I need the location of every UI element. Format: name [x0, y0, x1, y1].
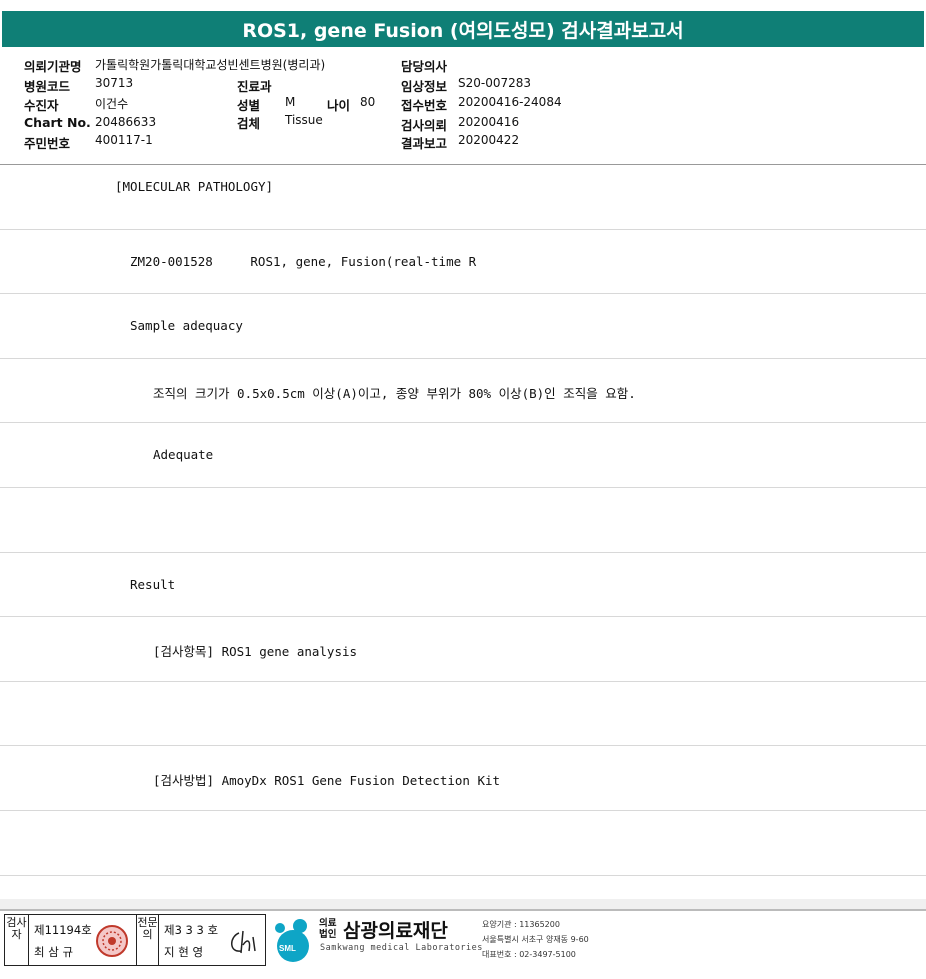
org-english-name: Samkwang medical Laboratories: [320, 943, 483, 953]
care-code: 요양기관 : 11365200: [482, 920, 560, 929]
report-value: 20200422: [458, 133, 520, 147]
result-heading: Result: [130, 576, 176, 592]
section-heading: [MOLECULAR PATHOLOGY]: [115, 179, 274, 194]
sex-value: M: [285, 95, 296, 109]
report-label: 결과보고: [401, 136, 448, 151]
result-row: Result: [0, 553, 926, 618]
signature-scribble: [231, 930, 256, 954]
sample-adequacy-heading: Sample adequacy: [130, 318, 243, 334]
examiner-license: 제11194호: [34, 923, 92, 937]
request-value: 20200416: [458, 115, 520, 129]
signature-box: 검사자 제11194호 최 삼 규 전문의 제3 3 3 호 지 현 영: [4, 914, 266, 966]
resident-label: 주민번호: [24, 136, 71, 151]
age-label: 나이: [327, 98, 351, 113]
chart-value: 20486633: [95, 115, 157, 129]
result-rows: [MOLECULAR PATHOLOGY] ZM20-001528 ROS1, …: [0, 165, 926, 876]
examiner-vertical-label: 검사자: [5, 915, 29, 965]
result-row: [검사항목] ROS1 gene analysis: [0, 617, 926, 682]
result-row: 조직의 크기가 0.5x0.5cm 이상(A)이고, 종양 부위가 80% 이상…: [0, 359, 926, 424]
specialist-vertical-label: 전문의: [137, 915, 159, 965]
patient-header: 의뢰기관명 가톨릭학원가톨릭대학교성빈센트병원(병리과) 병원코드 30713 …: [0, 50, 926, 164]
result-row: Adequate: [0, 423, 926, 488]
institution-value: 가톨릭학원가톨릭대학교성빈센트병원(병리과): [95, 58, 326, 72]
receipt-value: 20200416-24084: [458, 95, 562, 109]
result-row: [0, 488, 926, 553]
specialist-cell: 제3 3 3 호 지 현 영: [159, 915, 266, 965]
clinical-label: 임상정보: [401, 79, 448, 94]
specimen-label: 검체: [237, 116, 261, 131]
patient-value: 이건수: [95, 97, 129, 111]
org-address: 서울특별시 서초구 양재동 9-60: [482, 935, 589, 944]
org-small-label: 의료법인: [319, 918, 337, 940]
adequacy-value: Adequate: [153, 447, 214, 463]
specimen-value: Tissue: [285, 113, 323, 127]
hospital-code-value: 30713: [95, 76, 134, 90]
adequacy-criteria: 조직의 크기가 0.5x0.5cm 이상(A)이고, 종양 부위가 80% 이상…: [153, 385, 636, 401]
chart-label: Chart No.: [24, 115, 91, 130]
result-row: [0, 682, 926, 747]
age-value: 80: [360, 95, 376, 109]
result-row: [검사방법] AmoyDx ROS1 Gene Fusion Detection…: [0, 746, 926, 811]
org-name: 삼광의료재단: [343, 920, 448, 942]
resident-value: 400117-1: [95, 133, 153, 147]
test-method-line: [검사방법] AmoyDx ROS1 Gene Fusion Detection…: [153, 773, 501, 789]
result-row: Sample adequacy: [0, 294, 926, 359]
department-label: 진료과: [237, 79, 272, 94]
hospital-code-label: 병원코드: [24, 79, 71, 94]
request-label: 검사의뢰: [401, 118, 448, 133]
receipt-label: 접수번호: [401, 98, 448, 113]
result-row: [MOLECULAR PATHOLOGY]: [0, 165, 926, 230]
institution-label: 의뢰기관명: [24, 59, 82, 74]
sml-logo-icon: [275, 919, 309, 962]
examiner-seal: [96, 925, 128, 957]
sml-logo-text: SML: [279, 944, 296, 953]
sex-label: 성별: [237, 98, 261, 113]
footer-shade: [0, 899, 926, 909]
patient-label: 수진자: [24, 98, 59, 113]
org-phone: 대표번호 : 02-3497-5100: [482, 950, 576, 959]
report-title: ROS1, gene Fusion (여의도성모) 검사결과보고서: [242, 19, 684, 42]
physician-label: 담당의사: [401, 59, 448, 74]
result-row: ZM20-001528 ROS1, gene, Fusion(real-time…: [0, 230, 926, 295]
clinical-value: S20-007283: [458, 76, 532, 90]
test-code-line: ZM20-001528 ROS1, gene, Fusion(real-time…: [130, 253, 477, 269]
specialist-license: 제3 3 3 호: [164, 923, 219, 937]
examiner-cell: 제11194호 최 삼 규: [29, 915, 137, 965]
footer-divider: [0, 909, 926, 911]
org-logo-area: SML 의료법인 삼광의료재단 Samkwang medical Laborat…: [270, 914, 590, 969]
report-title-bar: ROS1, gene Fusion (여의도성모) 검사결과보고서: [2, 11, 924, 47]
result-row: [0, 811, 926, 876]
test-item-line: [검사항목] ROS1 gene analysis: [153, 644, 358, 660]
specialist-name: 지 현 영: [164, 945, 204, 959]
examiner-name: 최 삼 규: [34, 945, 74, 959]
